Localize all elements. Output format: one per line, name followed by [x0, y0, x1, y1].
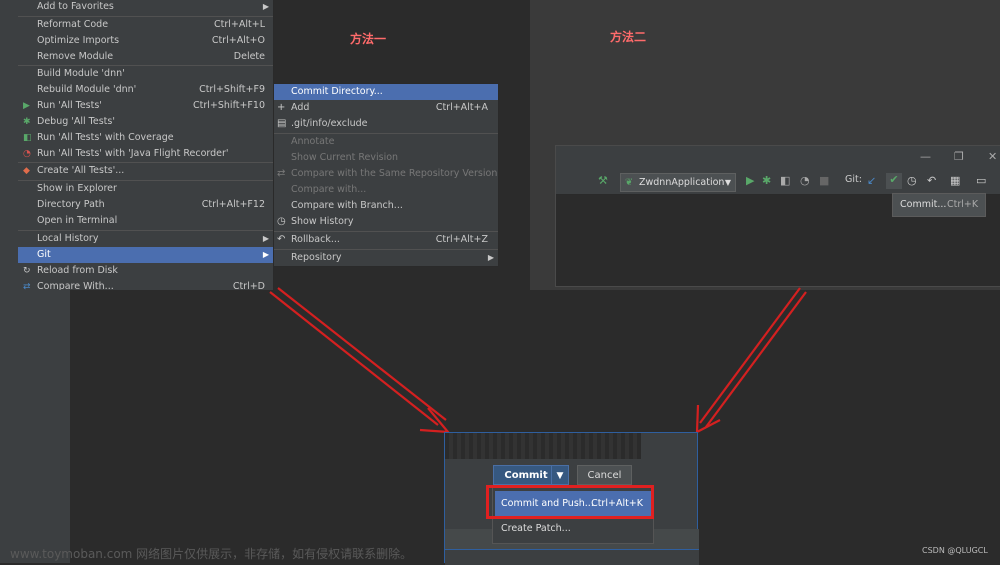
commit-button[interactable]: Commit [493, 465, 559, 485]
arrow-right-head [695, 404, 721, 434]
create-patch-option[interactable]: Create Patch... [501, 523, 571, 534]
arrow-right-line-b [705, 291, 807, 428]
chevron-down-icon: ▼ [556, 471, 564, 481]
commit-options-dropdown[interactable]: ▼ [551, 465, 569, 485]
highlight-box [486, 485, 654, 519]
author-credit: CSDN @QLUGCL [922, 546, 988, 555]
cancel-button[interactable]: Cancel [577, 465, 632, 485]
watermark-text: www.toymoban.com 网络图片仅供展示，非存储，如有侵权请联系删除。 [10, 547, 413, 561]
commit-message-area [445, 433, 641, 459]
arrow-right-line-a [699, 287, 801, 424]
arrow-left-line-a [269, 291, 439, 426]
arrow-left-line-b [277, 287, 447, 421]
